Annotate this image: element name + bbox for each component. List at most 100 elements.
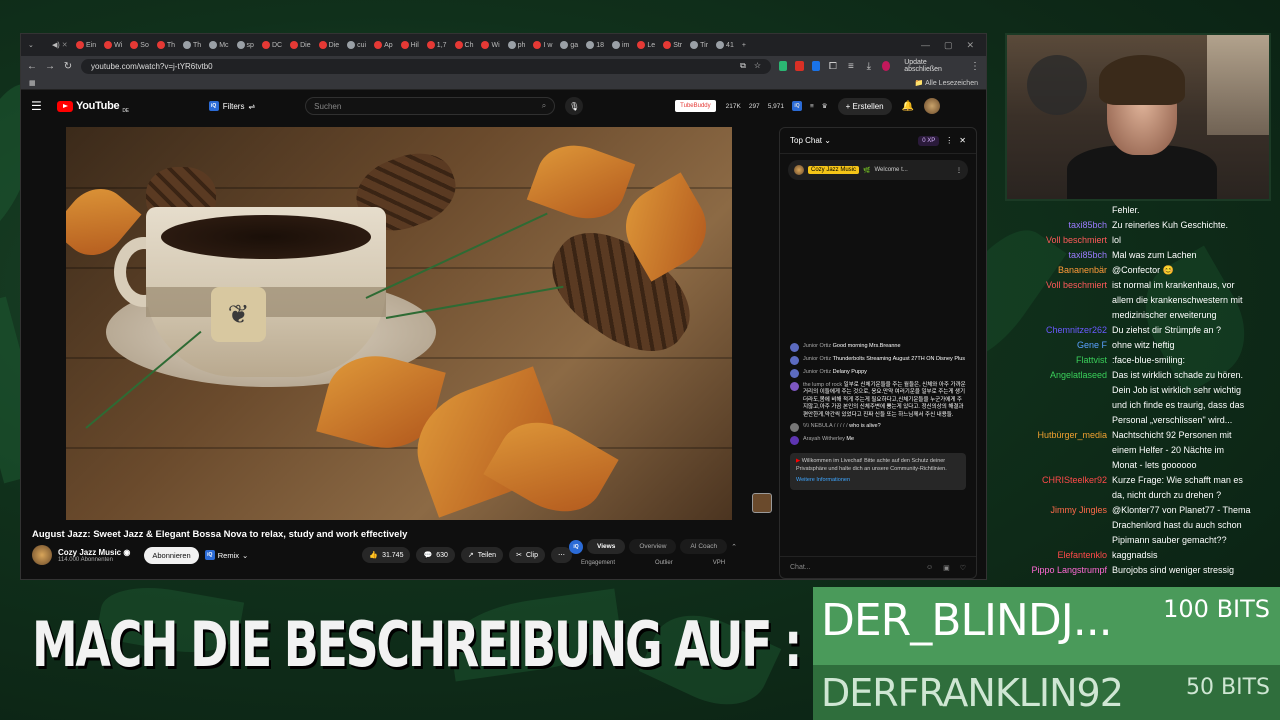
all-bookmarks-link[interactable]: 📁 Alle Lesezeichen	[915, 79, 978, 87]
extension-icon[interactable]	[811, 61, 820, 71]
close-chat-icon[interactable]: ✕	[959, 136, 966, 145]
downloads-icon[interactable]: ⤓	[864, 61, 874, 72]
twitch-username[interactable]: taxi85bch	[1010, 218, 1112, 233]
tab-item[interactable]: Ap	[371, 37, 396, 53]
tab-search-icon[interactable]: ⌄	[25, 37, 47, 53]
reload-icon[interactable]: ↻	[63, 61, 73, 72]
trophy-icon[interactable]: ♛	[822, 102, 828, 110]
filters-button[interactable]: iQ Filters ⇌	[208, 101, 255, 111]
more-info-link[interactable]: Weitere Informationen	[796, 477, 960, 485]
twitch-username[interactable]: Voll beschmiert	[1010, 233, 1112, 248]
vidiq-icon[interactable]: iQ	[791, 101, 802, 111]
tab-item[interactable]: sp	[234, 37, 257, 53]
twitch-username[interactable]	[1010, 308, 1112, 323]
twitch-username[interactable]	[1010, 518, 1112, 533]
tab-item[interactable]: Th	[154, 37, 178, 53]
tab-item[interactable]: ga	[557, 37, 581, 53]
twitch-username[interactable]: Elefantenklo	[1010, 548, 1112, 563]
tab-item[interactable]: ◀) ✕	[49, 37, 71, 53]
twitch-username[interactable]	[1010, 383, 1112, 398]
tab-item[interactable]: Mc	[206, 37, 231, 53]
chat-menu-dots-icon[interactable]: ⋮	[945, 136, 953, 145]
twitch-username[interactable]: Bananenbär	[1010, 263, 1112, 278]
tab-item[interactable]: So	[127, 37, 152, 53]
tubebuddy-button[interactable]: TubeBuddy	[675, 100, 716, 112]
maximize-icon[interactable]: ▢	[944, 40, 953, 51]
remix-button[interactable]: iQ Remix ⌄	[204, 550, 248, 560]
twitch-username[interactable]: Voll beschmiert	[1010, 278, 1112, 293]
tab-item[interactable]: Die	[316, 37, 343, 53]
tab-item[interactable]: Die	[287, 37, 314, 53]
tab-item[interactable]: Th	[180, 37, 204, 53]
tab-views[interactable]: Views	[587, 539, 626, 554]
tab-item[interactable]: DC	[259, 37, 285, 53]
tab-item[interactable]: I w	[530, 37, 555, 53]
twitch-username[interactable]	[1010, 458, 1112, 473]
tab-item[interactable]: Ch	[452, 37, 477, 53]
twitch-username[interactable]	[1010, 533, 1112, 548]
url-field[interactable]: youtube.com/watch?v=j-tYR6tvtb0 ⧉ ☆	[80, 58, 771, 74]
twitch-username[interactable]: Hutbürger_media	[1010, 428, 1112, 443]
tab-overview[interactable]: Overview	[629, 539, 677, 554]
chat-input[interactable]: Chat... ☺ ▣ ♡	[780, 556, 976, 578]
twitch-username[interactable]	[1010, 398, 1112, 413]
youtube-logo[interactable]: YouTube DE	[57, 99, 129, 114]
forward-arrow-icon[interactable]: →	[45, 61, 55, 72]
extension-icon[interactable]	[778, 61, 788, 71]
super-chat-icon[interactable]: ▣	[943, 564, 950, 572]
twitch-username[interactable]	[1010, 413, 1112, 428]
profile-avatar[interactable]	[881, 61, 891, 71]
emoji-icon[interactable]: ☺	[926, 564, 933, 571]
account-avatar[interactable]	[924, 98, 941, 114]
menu-dots-icon[interactable]: ⋮	[970, 61, 980, 72]
new-tab-button[interactable]: +	[739, 37, 761, 53]
clip-button[interactable]: ✂ Clip	[509, 547, 545, 563]
tab-ai-coach[interactable]: AI Coach	[680, 539, 728, 554]
pinned-menu-icon[interactable]: ⋮	[956, 167, 962, 174]
extension-icon[interactable]	[795, 61, 804, 71]
twitch-username[interactable]	[1010, 488, 1112, 503]
twitch-username[interactable]	[1010, 443, 1112, 458]
minimize-icon[interactable]: —	[921, 40, 930, 51]
channel-avatar[interactable]	[32, 545, 52, 565]
update-button[interactable]: Update abschließen	[898, 57, 962, 75]
bell-icon[interactable]: 🔔	[902, 101, 914, 112]
search-input[interactable]: Suchen ⌕	[305, 97, 556, 115]
twitch-username[interactable]: Chemnitzer262	[1010, 323, 1112, 338]
tab-item[interactable]: Hil	[398, 37, 422, 53]
vidiq-icon[interactable]: iQ	[569, 539, 583, 554]
extensions-puzzle-icon[interactable]: ⧠	[828, 61, 838, 72]
tab-item[interactable]: Wi	[478, 37, 502, 53]
twitch-username[interactable]: taxi85bch	[1010, 248, 1112, 263]
twitch-username[interactable]: Gene F	[1010, 338, 1112, 353]
menu-hamburger-icon[interactable]: ☰	[31, 99, 47, 113]
twitch-username[interactable]: Pippo Langstrumpf	[1010, 563, 1112, 578]
tab-item[interactable]: Le	[634, 37, 658, 53]
twitch-username[interactable]: Flattvist	[1010, 353, 1112, 368]
channel-name[interactable]: Cozy Jazz Music ◉	[58, 548, 130, 557]
apps-grid-icon[interactable]: ▦	[29, 79, 36, 87]
like-button[interactable]: 👍 31.745	[362, 547, 411, 563]
chevron-up-icon[interactable]: ⌃	[731, 543, 737, 551]
list-icon[interactable]: ≡	[810, 103, 814, 110]
subscribe-button[interactable]: Abonnieren	[144, 546, 199, 564]
tab-item[interactable]: Tir	[687, 37, 711, 53]
pinned-message[interactable]: Cozy Jazz Music 🌿 Welcome t... ⋮	[788, 160, 968, 180]
back-arrow-icon[interactable]: ←	[27, 61, 37, 72]
search-icon[interactable]: ⌕	[542, 101, 546, 111]
twitch-username[interactable]	[1010, 203, 1112, 218]
share-button[interactable]: ↗ Teilen	[460, 547, 504, 563]
twitch-username[interactable]	[1010, 293, 1112, 308]
twitch-username[interactable]: Angelatlaseed	[1010, 368, 1112, 383]
tab-item[interactable]: 41	[713, 37, 737, 53]
install-app-icon[interactable]: ⧉	[740, 61, 746, 71]
microphone-icon[interactable]: 🎙	[565, 97, 584, 115]
media-control-icon[interactable]: ≡	[846, 61, 856, 72]
create-button[interactable]: + Erstellen	[837, 97, 892, 115]
chat-mode-dropdown[interactable]: Top Chat ⌄	[790, 136, 831, 145]
close-tab-icon[interactable]: ✕	[62, 41, 68, 49]
twitch-username[interactable]: CHRISteelker92	[1010, 473, 1112, 488]
twitch-username[interactable]: Jimmy Jingles	[1010, 503, 1112, 518]
tab-item[interactable]: Wi	[101, 37, 125, 53]
close-window-icon[interactable]: ✕	[966, 40, 974, 51]
